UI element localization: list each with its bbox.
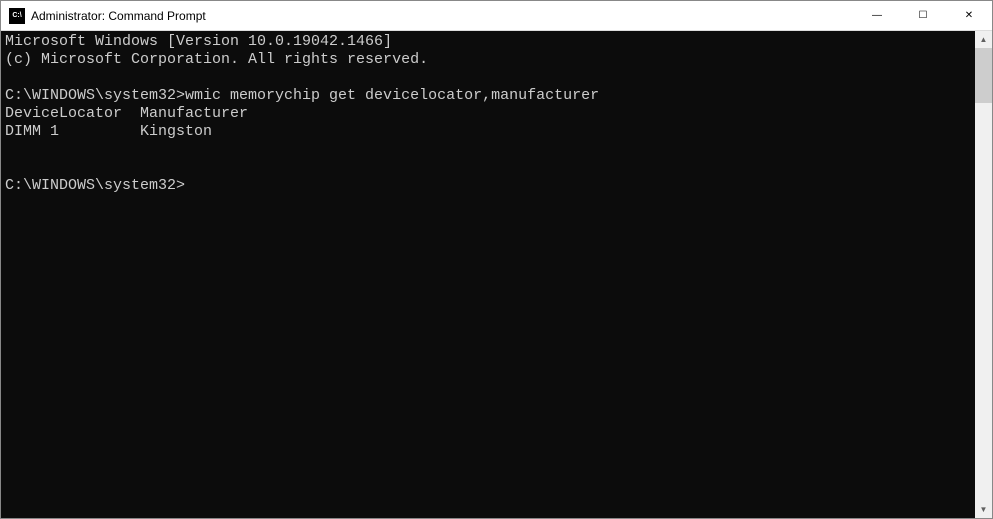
scrollbar-thumb[interactable] [975, 48, 992, 103]
terminal-line: DeviceLocator Manufacturer [5, 105, 248, 122]
scrollbar-track[interactable] [975, 48, 992, 501]
window-controls: — ☐ ✕ [854, 1, 992, 30]
titlebar[interactable]: C:\ Administrator: Command Prompt — ☐ ✕ [1, 1, 992, 31]
cmd-icon: C:\ [9, 8, 25, 24]
window-title: Administrator: Command Prompt [31, 9, 854, 23]
terminal-line: (c) Microsoft Corporation. All rights re… [5, 51, 428, 68]
scrollbar-up-button[interactable]: ▲ [975, 31, 992, 48]
terminal-prompt: C:\WINDOWS\system32> [5, 177, 185, 194]
command-prompt-window: C:\ Administrator: Command Prompt — ☐ ✕ … [0, 0, 993, 519]
maximize-button[interactable]: ☐ [900, 1, 946, 30]
close-button[interactable]: ✕ [946, 1, 992, 30]
terminal-output[interactable]: Microsoft Windows [Version 10.0.19042.14… [1, 31, 975, 518]
terminal-container: Microsoft Windows [Version 10.0.19042.14… [1, 31, 992, 518]
terminal-line: C:\WINDOWS\system32>wmic memorychip get … [5, 87, 599, 104]
vertical-scrollbar[interactable]: ▲ ▼ [975, 31, 992, 518]
scrollbar-down-button[interactable]: ▼ [975, 501, 992, 518]
minimize-button[interactable]: — [854, 1, 900, 30]
terminal-line: Microsoft Windows [Version 10.0.19042.14… [5, 33, 392, 50]
terminal-line: DIMM 1 Kingston [5, 123, 212, 140]
